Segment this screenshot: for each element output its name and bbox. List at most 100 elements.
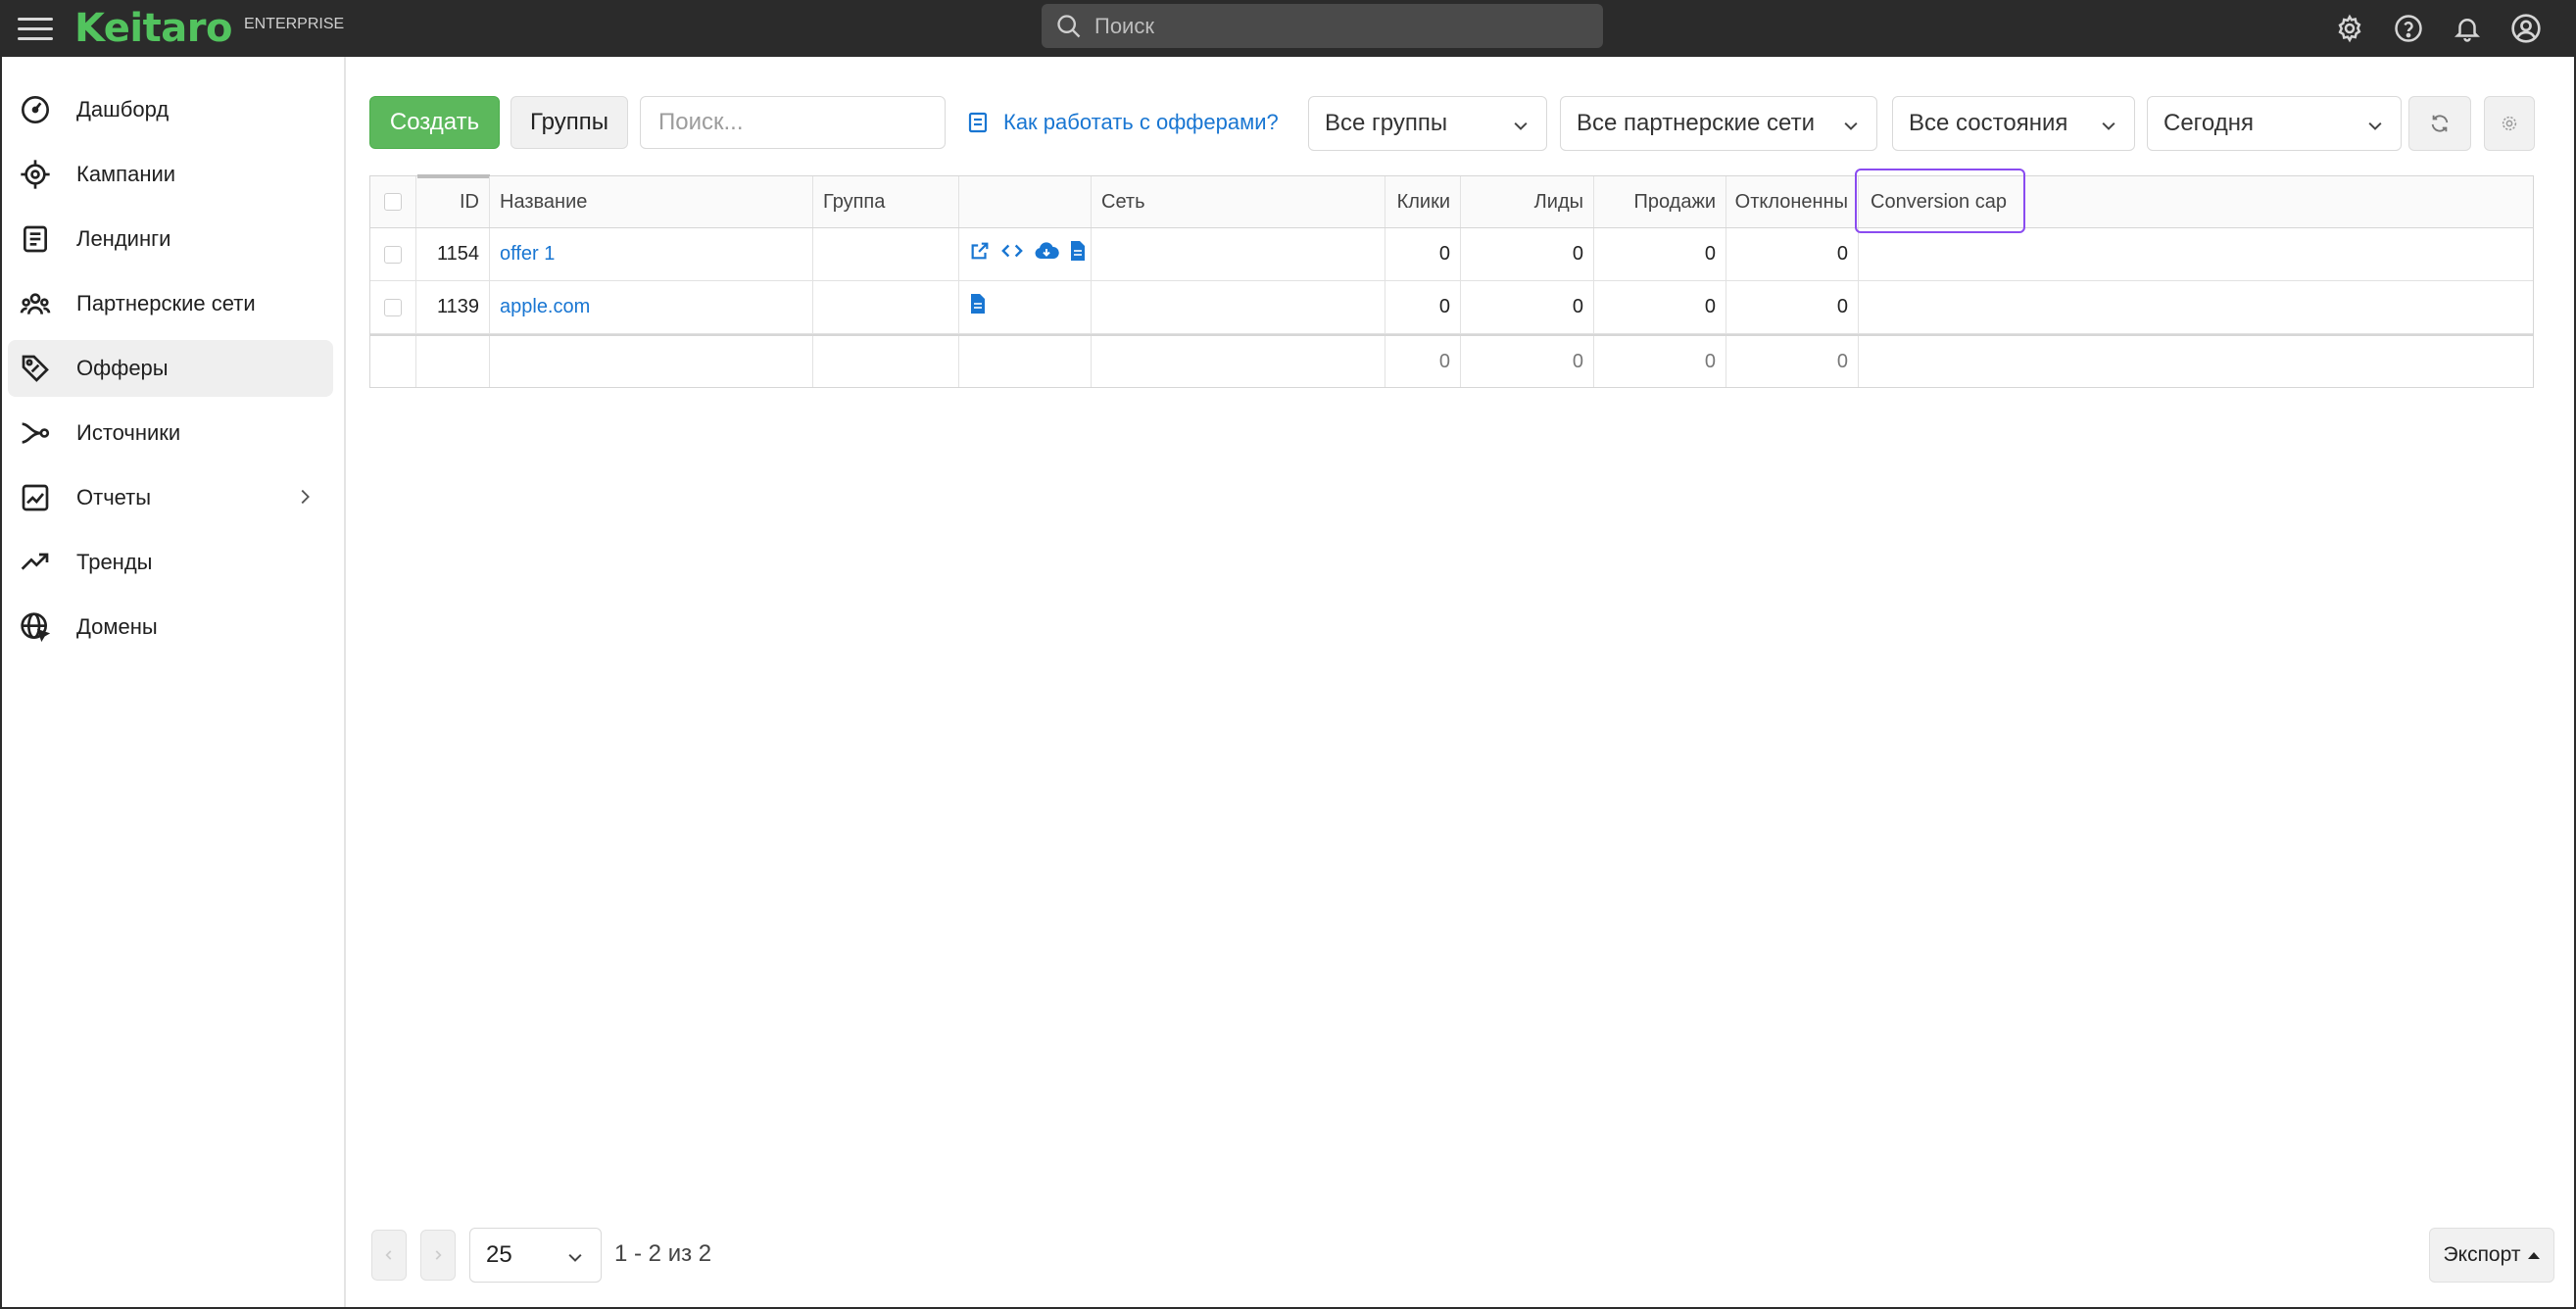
cloud-download-icon[interactable] (1034, 240, 1059, 262)
table-row[interactable]: 1154 offer 1 0 0 0 0 (370, 228, 2533, 281)
domain-icon (18, 609, 53, 645)
sidebar-item-dashboard[interactable]: Дашборд (8, 81, 333, 138)
document-icon[interactable] (969, 293, 987, 315)
help-link-label[interactable]: Как работать с офферами? (1003, 110, 1279, 135)
row-conversion-cap (1859, 228, 2035, 280)
row-actions (959, 228, 1092, 280)
row-sales: 0 (1594, 281, 1726, 333)
document-icon[interactable] (1069, 240, 1087, 262)
states-filter-value: Все состояния (1909, 110, 2068, 136)
sidebar-item-sources[interactable]: Источники (8, 405, 333, 461)
groups-filter-value: Все группы (1325, 110, 1448, 136)
offer-name-link[interactable]: apple.com (500, 296, 590, 318)
chevron-down-icon (2099, 116, 2118, 143)
app-logo[interactable]: Keitaro (74, 6, 232, 51)
sidebar-item-campaigns[interactable]: Кампании (8, 146, 333, 203)
sidebar-item-label: Кампании (76, 162, 176, 186)
header-group[interactable]: Группа (813, 176, 959, 227)
sidebar-item-label: Лендинги (76, 226, 171, 251)
prev-page-button[interactable] (371, 1230, 407, 1281)
row-checkbox[interactable] (384, 298, 402, 316)
networks-filter-select[interactable]: Все партнерские сети (1560, 96, 1877, 151)
header-rejected[interactable]: Отклоненны (1726, 176, 1859, 227)
sidebar-item-domains[interactable]: Домены (8, 599, 333, 655)
chevron-left-icon (385, 1250, 392, 1260)
trend-icon (18, 545, 53, 580)
chevron-right-icon (435, 1250, 442, 1260)
row-conversion-cap (1859, 281, 2035, 333)
total-clicks: 0 (1385, 336, 1461, 387)
landing-icon (18, 221, 53, 257)
export-label: Экспорт (2443, 1243, 2521, 1266)
network-icon (18, 286, 53, 321)
sidebar-item-landings[interactable]: Лендинги (8, 211, 333, 267)
row-checkbox[interactable] (384, 245, 402, 264)
user-account-icon[interactable] (2507, 10, 2545, 47)
total-leads: 0 (1461, 336, 1594, 387)
sidebar-item-label: Отчеты (76, 485, 152, 509)
total-rejected: 0 (1726, 336, 1859, 387)
page-size-value: 25 (486, 1241, 512, 1268)
total-sales: 0 (1594, 336, 1726, 387)
export-button[interactable]: Экспорт (2429, 1228, 2554, 1283)
totals-empty-cell (370, 336, 416, 387)
select-all-checkbox[interactable] (384, 193, 402, 211)
search-icon (1057, 14, 1081, 37)
offers-table: ID Название Группа Сеть Клики Лиды Прода… (369, 174, 2534, 388)
header-network[interactable]: Сеть (1092, 176, 1385, 227)
sidebar: Дашборд Кампании Лендинги Партнерские се… (0, 57, 346, 1309)
bell-icon[interactable] (2449, 10, 2486, 47)
gear-icon (2502, 116, 2517, 131)
global-search-input[interactable] (1094, 13, 1565, 39)
help-icon[interactable] (2390, 10, 2427, 47)
totals-empty-cell (959, 336, 1092, 387)
header-clicks[interactable]: Клики (1385, 176, 1461, 227)
row-name-cell: offer 1 (490, 228, 813, 280)
table-header-row: ID Название Группа Сеть Клики Лиды Прода… (370, 174, 2533, 228)
totals-row: 0 0 0 0 (370, 334, 2533, 387)
sidebar-item-reports[interactable]: Отчеты (8, 469, 333, 526)
create-button[interactable]: Создать (369, 96, 500, 149)
table-row[interactable]: 1139 apple.com 0 0 0 0 (370, 281, 2533, 334)
sidebar-item-offers[interactable]: Офферы (8, 340, 333, 397)
chevron-down-icon (1511, 116, 1531, 143)
menu-icon[interactable] (18, 11, 53, 46)
open-external-icon[interactable] (969, 240, 991, 262)
groups-filter-select[interactable]: Все группы (1308, 96, 1547, 151)
offers-search-input[interactable] (640, 96, 946, 149)
period-filter-select[interactable]: Сегодня (2147, 96, 2402, 151)
header-id[interactable]: ID (416, 176, 490, 227)
sidebar-item-label: Офферы (76, 356, 169, 380)
states-filter-select[interactable]: Все состояния (1892, 96, 2135, 151)
sidebar-item-trends[interactable]: Тренды (8, 534, 333, 591)
settings-gear-icon[interactable] (2331, 10, 2368, 47)
caret-up-icon (2528, 1251, 2541, 1259)
totals-empty-cell (813, 336, 959, 387)
header-conversion-cap[interactable]: Conversion cap (1859, 176, 2035, 227)
offer-name-link[interactable]: offer 1 (500, 243, 555, 266)
groups-button[interactable]: Группы (510, 96, 628, 149)
chevron-right-icon[interactable] (294, 486, 316, 512)
report-icon (18, 480, 53, 515)
tag-icon (18, 351, 53, 386)
edition-label: ENTERPRISE (243, 16, 345, 32)
columns-settings-button[interactable] (2484, 96, 2535, 151)
header-actions (959, 176, 1092, 227)
totals-empty-cell (1092, 336, 1385, 387)
help-link[interactable]: Как работать с офферами? (968, 106, 1279, 139)
header-name[interactable]: Название (490, 176, 813, 227)
code-icon[interactable] (1000, 240, 1024, 262)
page-size-select[interactable]: 25 (469, 1228, 602, 1283)
row-id: 1154 (416, 228, 490, 280)
sidebar-item-label: Тренды (76, 550, 153, 574)
header-sales[interactable]: Продажи (1594, 176, 1726, 227)
global-search[interactable] (1042, 4, 1603, 48)
row-network (1092, 281, 1385, 333)
next-page-button[interactable] (420, 1230, 456, 1281)
row-id: 1139 (416, 281, 490, 333)
row-leads: 0 (1461, 281, 1594, 333)
chevron-down-icon (565, 1247, 585, 1275)
refresh-button[interactable] (2408, 96, 2471, 151)
sidebar-item-affiliate-networks[interactable]: Партнерские сети (8, 275, 333, 332)
header-leads[interactable]: Лиды (1461, 176, 1594, 227)
